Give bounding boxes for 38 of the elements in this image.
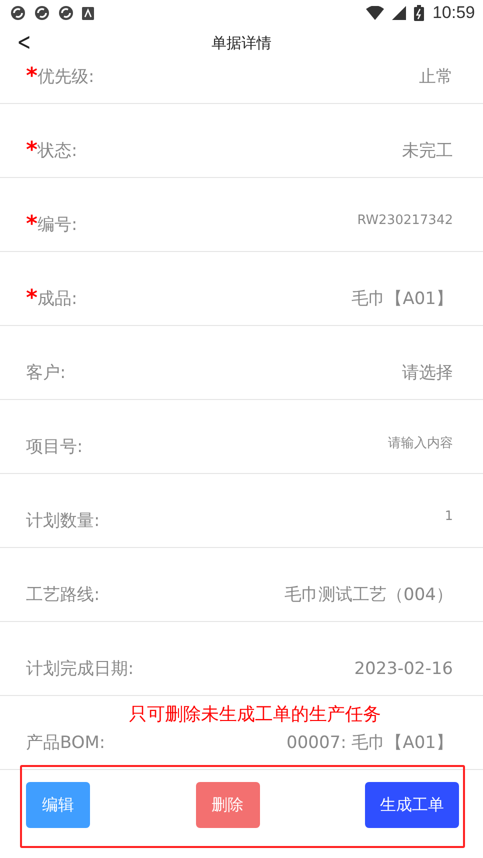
field-label: 计划数量: [26,510,100,532]
sync-icon [34,5,50,21]
battery-icon [414,5,424,21]
required-mark: * [26,214,38,234]
field-value[interactable]: 毛巾【A01】 [352,287,453,310]
app-icon [82,6,94,20]
field-label: 编号: [38,214,78,236]
sync-icon [10,5,26,21]
field-value[interactable]: 请选择 [402,361,453,384]
annotation-text: 只可删除未生成工单的生产任务 [129,703,381,726]
clock-time: 10:59 [432,3,475,23]
field-label: 产品BOM: [26,732,106,754]
wifi-icon [366,6,384,20]
required-mark: * [26,140,38,160]
back-button[interactable]: < [14,28,34,56]
action-button[interactable]: 编辑 [26,782,90,828]
field-label: 工艺路线: [26,584,100,606]
field-label: 客户: [26,362,66,384]
page-title: 单据详情 [212,34,272,52]
field-value[interactable]: 00007: 毛巾【A01】 [286,731,453,754]
field-label: 状态: [38,140,78,162]
field-value[interactable]: 毛巾测试工艺（004） [284,583,453,606]
field-label: 计划完成日期: [26,658,134,680]
field-label: 优先级: [38,66,94,88]
signal-icon [392,6,406,20]
required-mark: * [26,66,38,86]
action-button[interactable]: 生成工单 [365,782,459,828]
field-label: 成品: [38,288,78,310]
field-value[interactable]: 未完工 [402,139,453,162]
field-value[interactable]: 止常 [419,65,453,88]
action-button[interactable]: 删除 [196,782,260,828]
field-label: 项目号: [26,436,83,458]
required-mark: * [26,288,38,308]
field-value[interactable]: RW230217342 [357,213,453,228]
sync-icon [58,5,74,21]
field-value[interactable]: 请输入内容 [388,434,453,452]
field-value[interactable]: 1 [444,509,453,524]
field-value[interactable]: 2023-02-16 [354,658,453,678]
